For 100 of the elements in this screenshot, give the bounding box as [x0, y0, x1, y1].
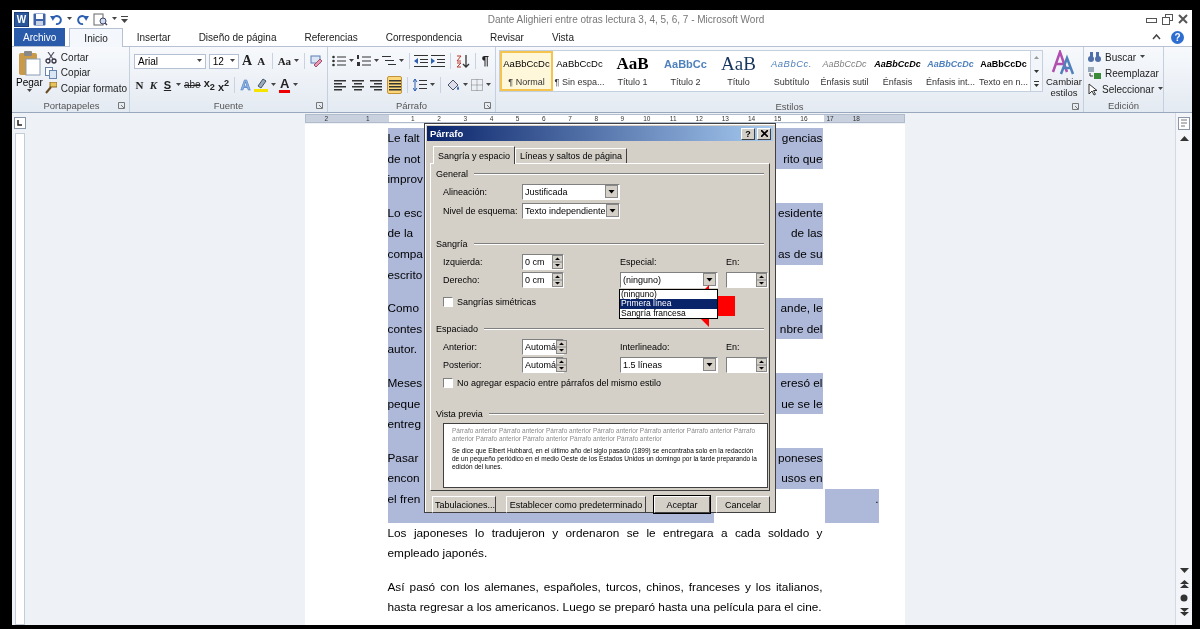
previous-page-icon[interactable] [1179, 579, 1189, 589]
paste-button[interactable]: Pegar [16, 50, 43, 96]
line-spacing-select[interactable]: 1.5 líneas [620, 356, 718, 373]
indent-by-spinner[interactable] [726, 271, 768, 288]
scroll-up-icon[interactable] [1179, 135, 1189, 141]
subscript-button[interactable]: x$_{2}$ [203, 75, 215, 95]
style-item[interactable]: AaBbCcDc ¶ Sin espa... [553, 51, 606, 91]
checkbox[interactable] [443, 296, 453, 307]
font-name-field[interactable]: Arial [134, 53, 206, 69]
app-logo[interactable]: W [14, 11, 29, 27]
dropdown-option[interactable]: (ninguno) [620, 289, 717, 299]
font-color-button[interactable]: A [279, 77, 291, 93]
select-button[interactable]: Seleccionar [1088, 81, 1159, 97]
close-button[interactable] [757, 127, 771, 140]
dialog-launcher-icon[interactable] [118, 102, 125, 109]
help-button[interactable]: ? [741, 127, 755, 140]
underline-button[interactable]: S [162, 78, 173, 92]
dialog-tab[interactable]: Sangría y espacio [433, 146, 516, 164]
strikethrough-button[interactable]: abe [184, 78, 201, 92]
next-page-icon[interactable] [1179, 607, 1189, 617]
dialog-launcher-icon[interactable] [484, 102, 491, 109]
style-item[interactable]: AaBbCcDc Texto en n... [977, 51, 1030, 91]
caret-icon[interactable] [67, 17, 72, 21]
dialog-button[interactable]: Establecer como predeterminado [506, 496, 646, 513]
space-after-spinner[interactable]: Automá [522, 356, 564, 373]
help-button[interactable]: ? [1171, 30, 1184, 44]
dropdown-option[interactable]: Primera línea [620, 299, 717, 309]
collapse-ribbon-icon[interactable] [1152, 34, 1161, 40]
scroll-down-icon[interactable] [1179, 568, 1189, 574]
style-item[interactable]: AaBbCc. Subtítulo [765, 51, 818, 91]
style-item[interactable]: AaBbCcDc Énfasis [871, 51, 924, 91]
multilevel-list-icon[interactable] [382, 55, 396, 67]
eraser-icon[interactable] [310, 54, 323, 68]
alignment-button[interactable] [387, 76, 403, 94]
increase-indent-icon[interactable] [431, 55, 446, 67]
dialog-tab[interactable]: Líneas y saltos de página [515, 148, 628, 163]
print-preview-icon[interactable] [93, 12, 108, 26]
ribbon-tab[interactable]: Correspondencia [371, 28, 476, 46]
style-item[interactable]: AaB Título [712, 51, 765, 91]
tab-selector-icon[interactable] [14, 117, 26, 129]
restore-icon[interactable] [1162, 13, 1173, 25]
shrink-font-button[interactable]: A [255, 54, 267, 68]
show-formatting-button[interactable]: ¶ [480, 54, 491, 68]
dropdown-option[interactable]: Sangría francesa [620, 308, 717, 318]
caret-icon [176, 83, 181, 87]
space-before-spinner[interactable]: Automá [522, 338, 564, 355]
format-painter-button[interactable]: Copiar formato [44, 80, 127, 96]
save-icon[interactable] [33, 12, 46, 26]
font-size-field[interactable]: 12 [208, 53, 239, 69]
ribbon-tab[interactable]: Referencias [290, 28, 372, 46]
find-button[interactable]: Buscar [1088, 49, 1159, 65]
change-styles-button[interactable]: Cambiar estilos [1046, 50, 1082, 98]
style-item[interactable]: AaBbCcDc Énfasis sutil [818, 51, 871, 91]
ribbon-tab[interactable]: Revisar [476, 28, 538, 46]
cut-button[interactable]: Cortar [44, 50, 127, 66]
ruler-toggle-icon[interactable] [1178, 117, 1190, 130]
text-fragment: Lo esc [387, 204, 423, 222]
close-icon[interactable] [1178, 14, 1188, 24]
caret-icon[interactable] [112, 17, 117, 21]
browse-object-icon[interactable] [1180, 594, 1188, 602]
ribbon-tab[interactable]: Archivo [14, 28, 66, 46]
dialog-launcher-icon[interactable] [1072, 103, 1079, 110]
replace-button[interactable]: Reemplazar [1088, 65, 1159, 81]
right-indent-spinner[interactable]: 0 cm [522, 271, 564, 288]
decrease-indent-icon[interactable] [414, 55, 429, 67]
dialog-button[interactable]: Tabulaciones... [432, 496, 496, 513]
ribbon-tab[interactable]: Inicio [69, 28, 123, 47]
left-indent-spinner[interactable]: 0 cm [522, 253, 564, 270]
ribbon-tab[interactable]: Vista [537, 28, 588, 46]
grow-font-button[interactable]: A [241, 54, 253, 68]
undo-icon[interactable] [50, 12, 63, 26]
line-spacing-icon[interactable] [413, 79, 428, 91]
paintbrush-icon [44, 82, 57, 95]
bullets-icon[interactable] [332, 55, 346, 67]
text-fragment: autor. [387, 342, 417, 357]
style-item[interactable]: AaBbCc Título 2 [659, 51, 712, 91]
italic-button[interactable]: K [148, 78, 159, 92]
customize-toolbar-icon[interactable] [121, 14, 128, 24]
copy-button[interactable]: Copiar [44, 65, 127, 81]
dialog-button[interactable]: Aceptar [654, 496, 710, 513]
sort-icon[interactable] [455, 54, 470, 68]
style-item[interactable]: AaB Título 1 [606, 51, 659, 91]
style-item[interactable]: AaBbCcDc Énfasis int... [924, 51, 977, 91]
outline-level-select[interactable]: Texto independiente [522, 202, 620, 219]
checkbox[interactable] [443, 377, 453, 388]
alignment-select[interactable]: Justificada [522, 183, 620, 200]
dialog-button[interactable]: Cancelar [716, 496, 770, 513]
style-item[interactable]: AaBbCcDc ¶ Normal [500, 51, 553, 91]
dialog-launcher-icon[interactable] [316, 102, 323, 109]
ribbon-tab[interactable]: Insertar [122, 28, 185, 46]
change-case-button[interactable]: Aa [277, 54, 291, 68]
bold-button[interactable]: N [134, 78, 145, 92]
ribbon-tab[interactable]: Diseño de página [184, 28, 291, 46]
highlighter-icon[interactable] [254, 78, 269, 92]
superscript-button[interactable]: x$^{2}$ [217, 76, 230, 94]
line-spacing-at-spinner[interactable] [726, 356, 768, 373]
paint-bucket-icon[interactable] [445, 78, 460, 92]
redo-icon[interactable] [76, 12, 89, 26]
special-indent-select[interactable]: (ninguno) [620, 271, 718, 288]
numbering-icon[interactable] [357, 55, 371, 67]
